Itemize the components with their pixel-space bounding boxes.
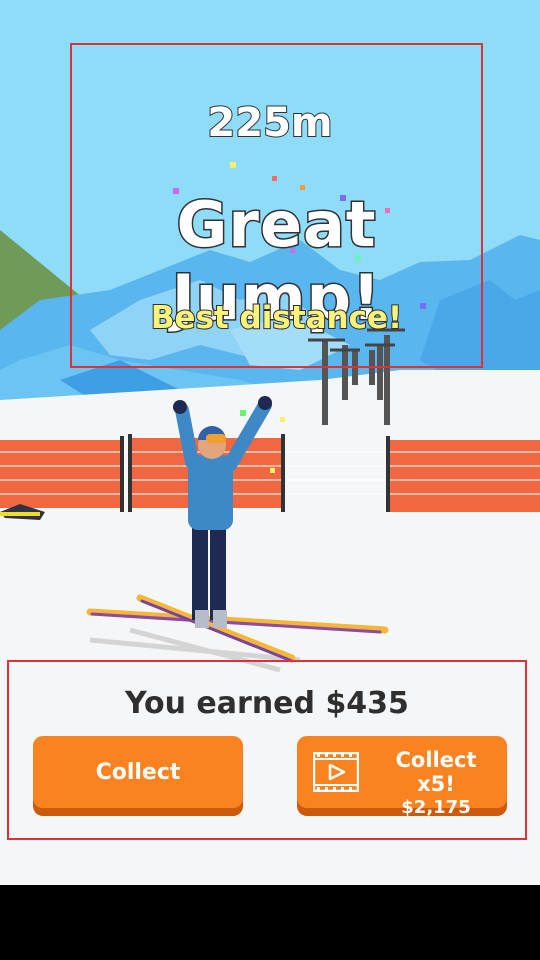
collect-button-label: Collect bbox=[95, 759, 181, 785]
earned-amount: You earned $435 bbox=[125, 686, 409, 721]
jump-distance: 225m bbox=[206, 99, 333, 147]
film-play-icon bbox=[313, 752, 359, 792]
collect-x5-label: Collect x5! bbox=[395, 748, 477, 796]
system-nav-bar bbox=[0, 885, 540, 960]
collect-x5-button[interactable]: Collect x5! $2,175 bbox=[297, 736, 507, 818]
collect-x5-amount: $2,175 bbox=[401, 797, 471, 818]
collect-button[interactable]: Collect bbox=[33, 736, 243, 808]
result-subtitle: Best distance! bbox=[150, 299, 403, 337]
